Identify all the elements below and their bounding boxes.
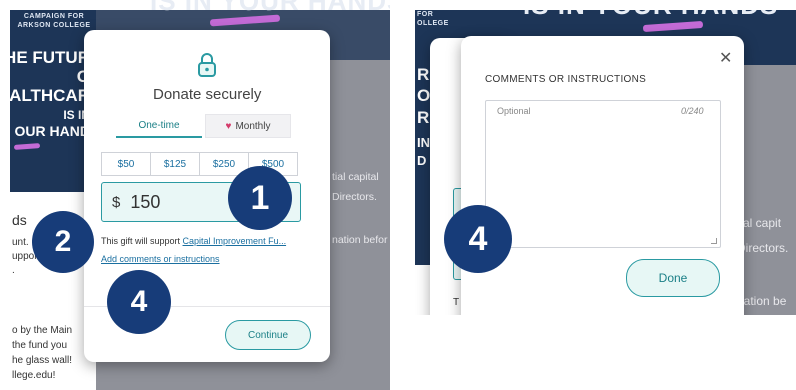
lock-icon	[198, 53, 216, 77]
background-text: nation befor	[332, 234, 388, 246]
amount-value: 150	[130, 191, 161, 212]
left-screenshot-panel: CAMPAIGN FOR ARKSON COLLEGE HE FUTUR O A…	[0, 0, 390, 390]
support-text-edge: T	[453, 297, 460, 308]
side-letter: R	[417, 108, 430, 127]
hero-headline: IS IN YOUR HANDS	[523, 10, 778, 21]
textarea-placeholder: Optional	[497, 106, 531, 116]
background-text: Directors.	[737, 241, 789, 255]
resize-handle-icon[interactable]	[711, 238, 717, 244]
side-title: ds	[12, 212, 27, 228]
tab-label: One-time	[138, 119, 180, 131]
campaign-label: CAMPAIGN FOR ARKSON COLLEGE	[14, 12, 94, 30]
side-line: he glass wall!	[12, 355, 73, 366]
modal-title: Donate securely	[153, 86, 262, 103]
hero-big-line-1: HE FUTUR	[4, 48, 90, 67]
currency-symbol: $	[112, 193, 121, 211]
heart-icon: ♥	[225, 120, 232, 132]
close-icon[interactable]: ✕	[719, 48, 732, 68]
right-screenshot-panel: FOR OLLEGE IS IN YOUR HANDS R O R IN D t…	[415, 10, 796, 315]
step-badge-2: 2	[32, 211, 94, 273]
side-letter: D	[417, 153, 427, 168]
campaign-line-2: ARKSON COLLEGE	[17, 22, 91, 29]
continue-button[interactable]: Continue	[225, 320, 311, 350]
character-counter: 0/240	[681, 106, 704, 116]
campaign-line-2: OLLEGE	[417, 20, 449, 27]
side-line: o by the Main	[12, 325, 73, 336]
background-text: tial capital	[332, 171, 379, 183]
side-line: .	[12, 265, 15, 276]
comments-title: COMMENTS OR INSTRUCTIONS	[485, 74, 647, 85]
side-letter: O	[417, 86, 431, 105]
support-prefix: This gift will support	[101, 236, 183, 246]
background-text: nation be	[737, 294, 787, 308]
step-badge-1: 1	[228, 166, 292, 230]
side-letter: IN	[417, 135, 430, 150]
support-text: This gift will support Capital Improveme…	[101, 236, 286, 246]
step-badge-4: 4	[444, 205, 512, 273]
tab-label: Monthly	[235, 120, 271, 132]
hero-big-line-3: ALTHCAR	[9, 86, 90, 105]
side-letter: R	[417, 65, 430, 84]
campaign-label: FOR OLLEGE	[417, 10, 449, 28]
hero-big-line-5: OUR HAND	[14, 123, 90, 139]
background-text: Directors.	[332, 191, 377, 203]
tab-monthly[interactable]: ♥ Monthly	[205, 114, 291, 138]
done-button[interactable]: Done	[626, 259, 720, 297]
support-fund-link[interactable]: Capital Improvement Fu...	[183, 236, 287, 246]
side-line: llege.edu!	[12, 370, 56, 381]
campaign-line-1: CAMPAIGN FOR	[23, 13, 85, 20]
side-line: the fund you	[12, 340, 68, 351]
step-badge-4: 4	[107, 270, 171, 334]
amount-option-125[interactable]: $125	[150, 152, 200, 176]
campaign-line-1: FOR	[417, 11, 434, 18]
add-comments-link[interactable]: Add comments or instructions	[101, 254, 220, 264]
amount-option-50[interactable]: $50	[101, 152, 151, 176]
comments-textarea[interactable]	[485, 100, 721, 248]
tab-one-time[interactable]: One-time	[116, 114, 202, 138]
